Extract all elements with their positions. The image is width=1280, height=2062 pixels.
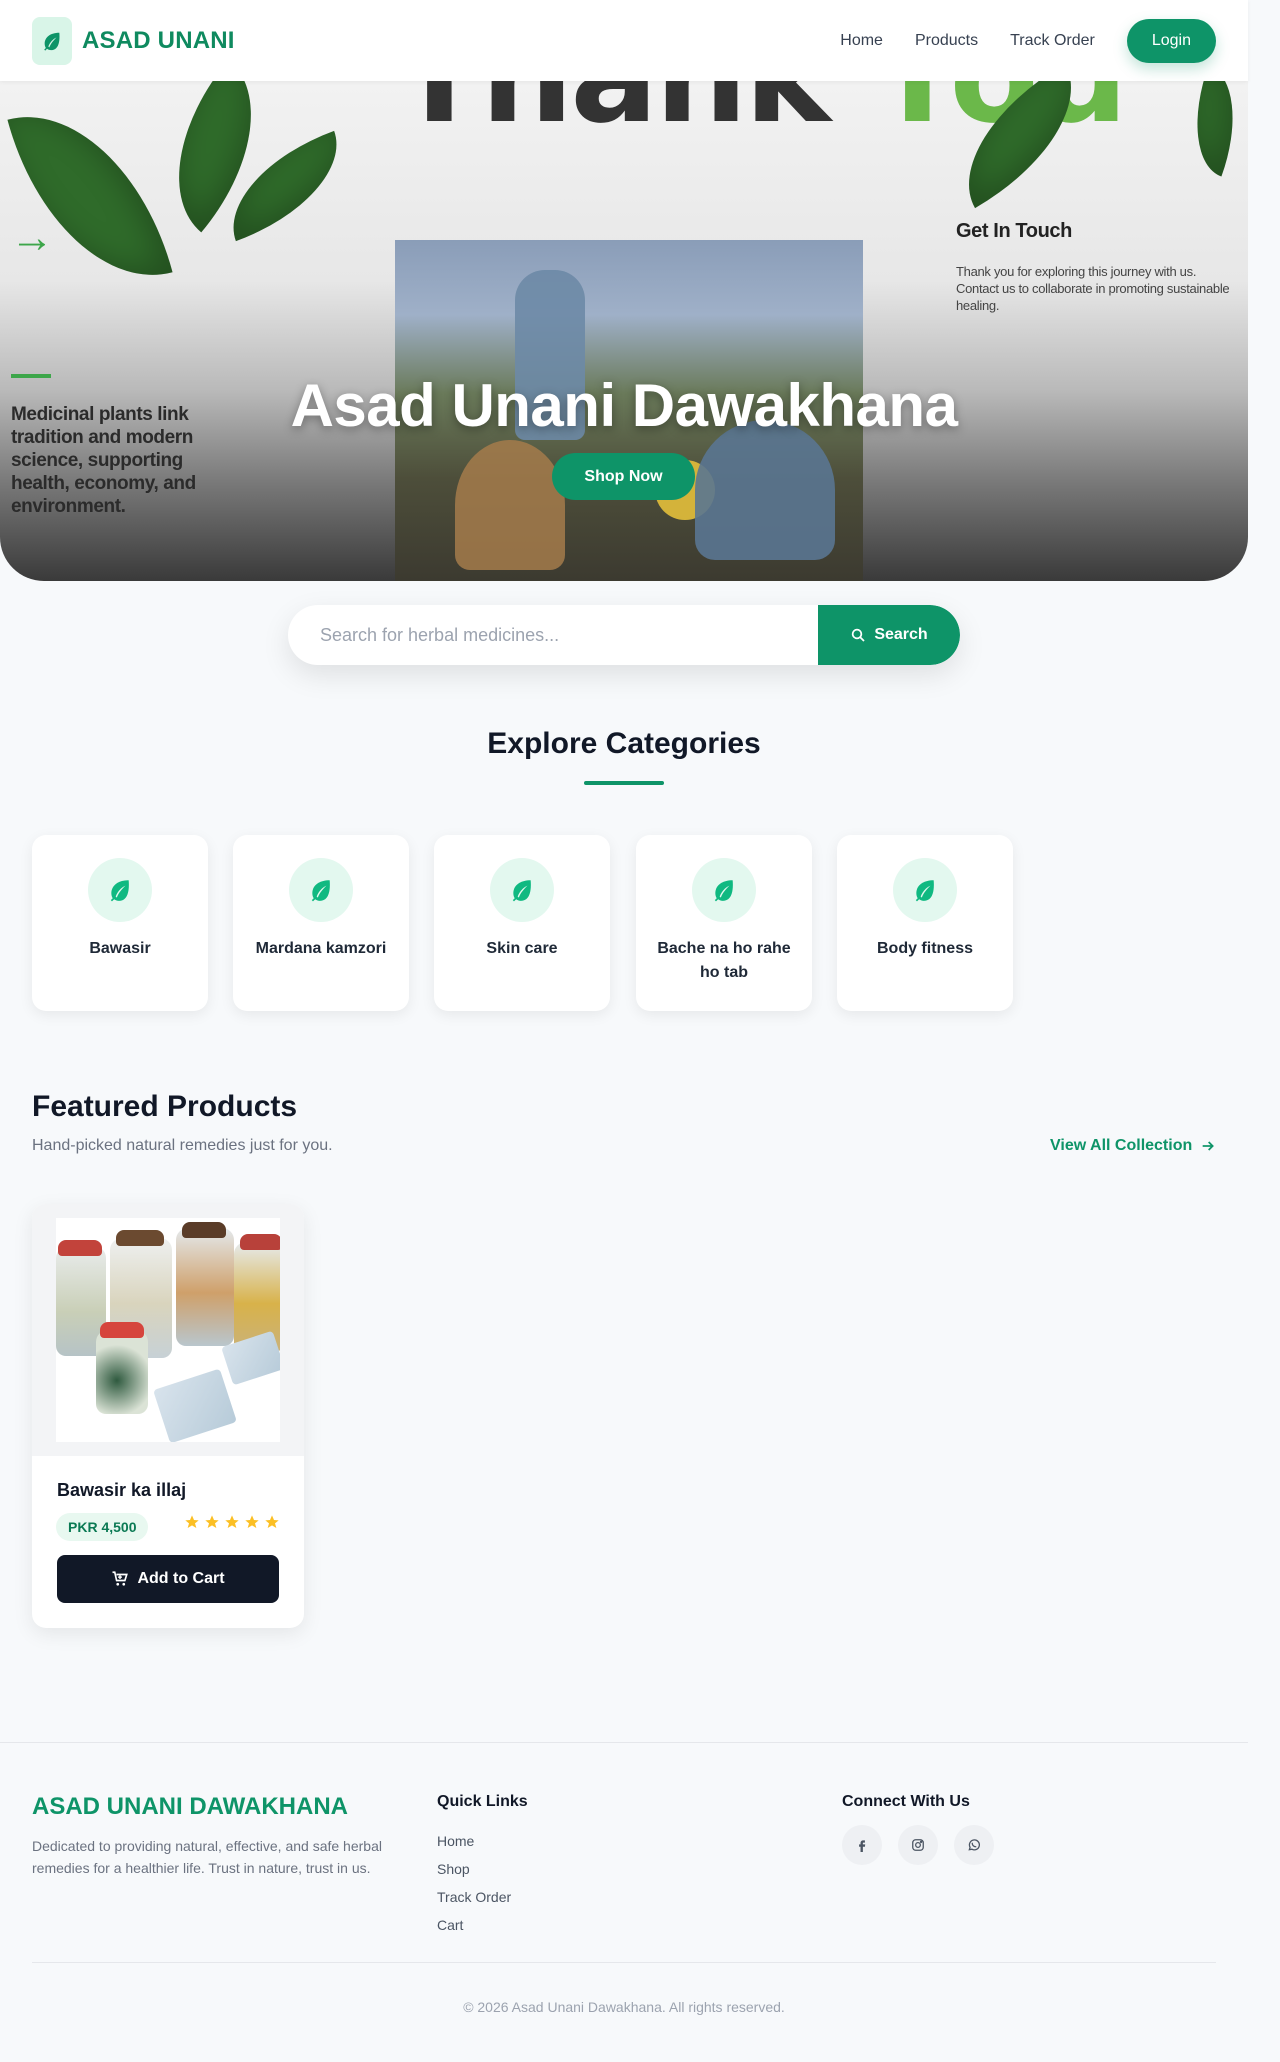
leaf-icon [88,858,152,922]
footer-description: Dedicated to providing natural, effectiv… [32,1838,382,1876]
add-to-cart-button[interactable]: Add to Cart [57,1555,279,1603]
hero-contact-text: Thank you for exploring this journey wit… [956,264,1230,313]
product-card[interactable]: Bawasir ka illaj PKR 4,500 Add to Cart [32,1204,304,1628]
view-all-label: View All Collection [1050,1137,1193,1154]
view-all-collection-link[interactable]: View All Collection [1050,1137,1216,1155]
login-button[interactable]: Login [1126,18,1216,63]
connect-title: Connect With Us [842,1793,970,1810]
footer-divider [32,1962,1216,1963]
price-badge: PKR 4,500 [56,1513,149,1541]
star-icon [265,1515,279,1528]
leaf-decoration [7,88,173,304]
instagram-icon[interactable] [898,1825,938,1865]
footer-link-cart[interactable]: Cart [437,1911,511,1939]
search-button-label: Search [874,626,928,643]
category-label: Bache na ho rahe ho tab [657,940,791,981]
leaf-icon [893,858,957,922]
copyright: © 2026 Asad Unani Dawakhana. All rights … [463,1999,785,2015]
footer-link-home[interactable]: Home [437,1827,511,1855]
quick-links-list: Home Shop Track Order Cart [437,1827,511,1939]
category-card-bawasir[interactable]: Bawasir [32,835,208,1011]
product-image [56,1218,280,1442]
star-icon [225,1515,239,1528]
title-underline [584,781,664,785]
search-icon [852,628,865,642]
nav-link-home[interactable]: Home [840,32,883,50]
category-card-mardana-kamzori[interactable]: Mardana kamzori [233,835,409,1011]
arrow-right-icon [1202,1141,1215,1151]
footer: ASAD UNANI DAWAKHANA Dedicated to provid… [0,1742,1248,2062]
featured-title: Featured Products [32,1090,298,1123]
quick-links-title: Quick Links [437,1793,528,1810]
categories-title: Explore Categories [487,727,761,760]
nav-link-track-order[interactable]: Track Order [1010,32,1095,50]
category-label: Body fitness [876,940,973,957]
leaf-decoration [1174,81,1248,177]
product-name[interactable]: Bawasir ka illaj [57,1480,186,1501]
leaf-icon [692,858,756,922]
leaf-icon [289,858,353,922]
brand-logo-link[interactable]: ASAD UNANI [32,16,235,65]
arrow-right-icon: → [10,213,54,262]
category-card-skin-care[interactable]: Skin care [434,835,610,1011]
footer-link-shop[interactable]: Shop [437,1855,511,1883]
footer-link-track-order[interactable]: Track Order [437,1883,511,1911]
leaf-icon [490,858,554,922]
footer-brand: ASAD UNANI DAWAKHANA [32,1793,348,1820]
category-card-body-fitness[interactable]: Body fitness [837,835,1013,1011]
category-label: Skin care [486,940,558,957]
featured-subtitle: Hand-picked natural remedies just for yo… [32,1137,333,1154]
star-icon [205,1515,219,1528]
hero-contact-title: Get In Touch [956,220,1072,242]
hero-title: Asad Unani Dawakhana [290,372,958,439]
brand-name: ASAD UNANI [82,26,235,54]
cart-icon [112,1571,129,1586]
category-label: Mardana kamzori [255,940,387,957]
rating-stars [184,1514,280,1530]
search-bar: Search [288,605,960,665]
leaf-icon [32,16,72,65]
hero-banner: Thank You → Medicinal plants link tradit… [0,81,1248,581]
navbar: ASAD UNANI Home Products Track Order Log… [0,0,1248,81]
star-icon [185,1515,199,1528]
star-icon [245,1515,259,1528]
nav-links: Home Products Track Order Login [840,18,1216,63]
facebook-icon[interactable] [842,1825,882,1865]
shop-now-button[interactable]: Shop Now [552,453,695,500]
whatsapp-icon[interactable] [954,1825,994,1865]
search-button[interactable]: Search [818,605,960,665]
add-to-cart-label: Add to Cart [137,1570,225,1587]
search-input[interactable] [288,605,818,665]
category-card-bache-na-ho[interactable]: Bache na ho rahe ho tab [636,835,812,1011]
nav-link-products[interactable]: Products [915,32,978,50]
category-label: Bawasir [89,940,151,957]
